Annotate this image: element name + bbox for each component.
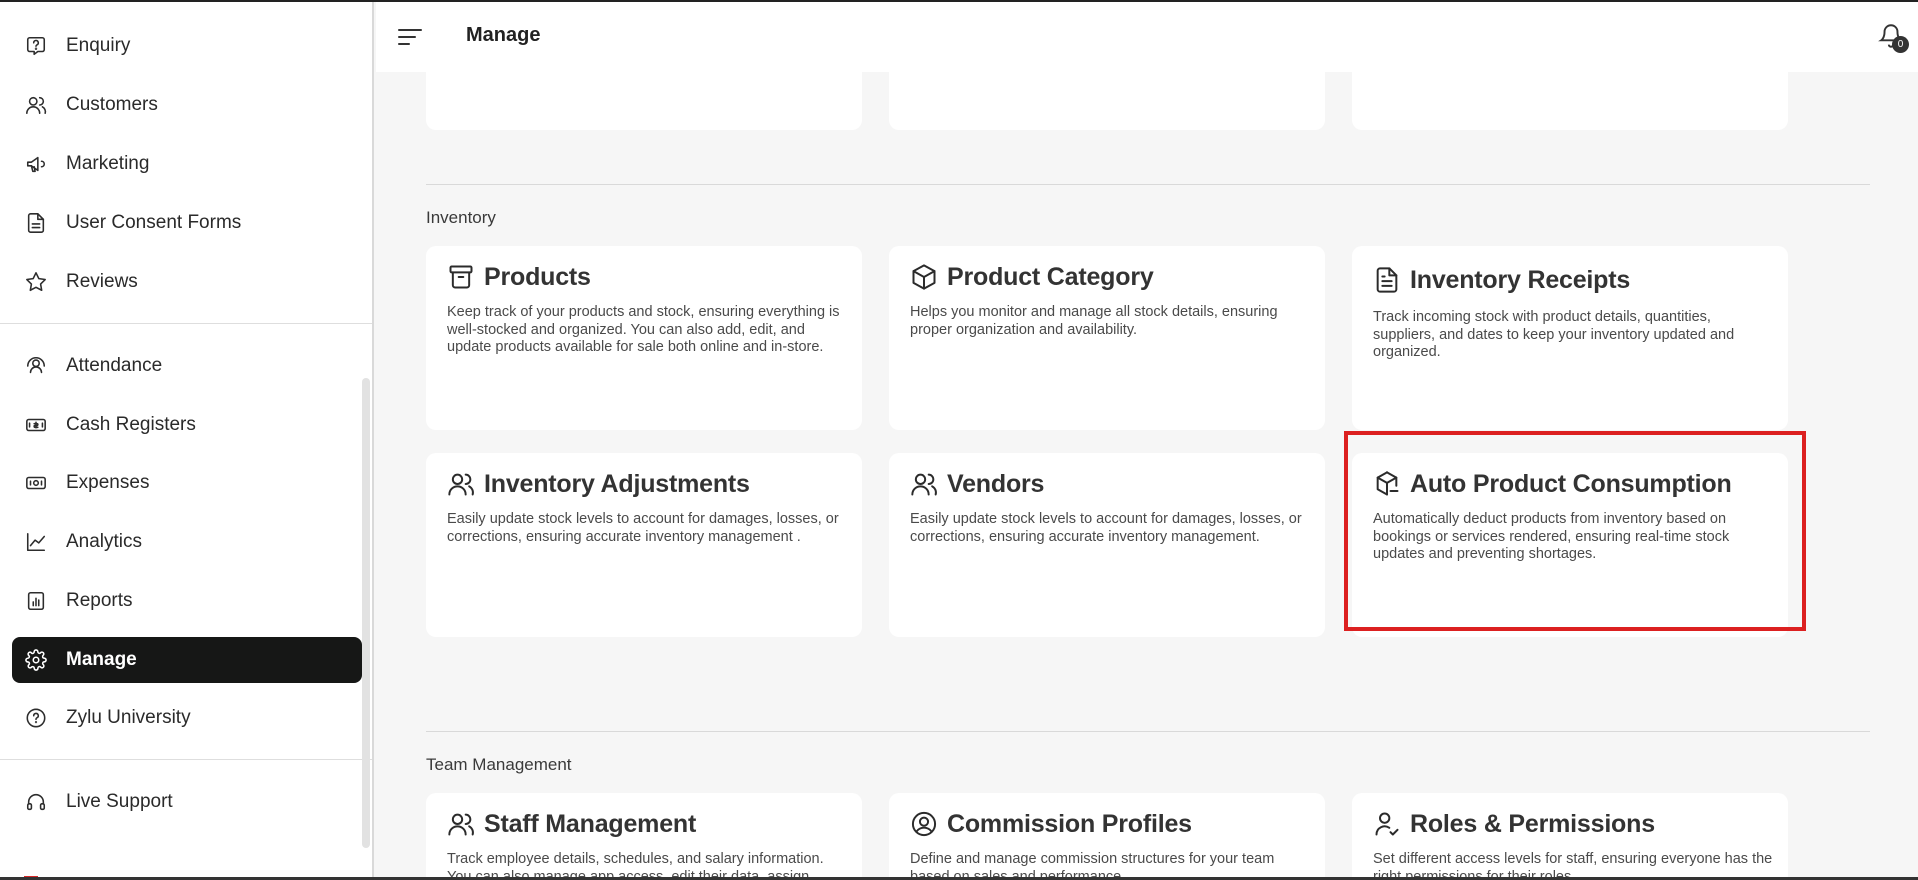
card-title: Auto Product Consumption [1410,469,1732,498]
customers-icon [24,93,48,117]
document-icon [24,211,48,235]
sidebar-item-live-support[interactable]: Live Support [12,779,362,825]
window-top-border [0,0,1918,2]
sidebar-item-label: Enquiry [66,35,131,56]
users-icon [446,469,476,499]
sidebar-item-zylu-university[interactable]: Zylu University [12,695,362,741]
cash-register-icon [24,413,48,437]
sidebar: Enquiry Customers Marketing User Consent… [0,2,374,878]
card-partial[interactable] [1352,62,1788,130]
sidebar-item-reviews[interactable]: Reviews [12,259,362,305]
user-check-icon [1372,809,1402,839]
package-minus-icon [1372,469,1402,499]
menu-line [398,43,410,45]
card-title: Roles & Permissions [1410,809,1655,838]
section-label-team-management: Team Management [426,755,572,774]
sidebar-item-label: Attendance [66,355,163,376]
section-label-inventory: Inventory [426,208,496,227]
megaphone-icon [24,152,48,176]
sidebar-item-expenses[interactable]: Expenses [12,460,362,506]
sidebar-item-customers[interactable]: Customers [12,82,362,128]
sidebar-item-label: Analytics [66,531,143,552]
menu-toggle-button[interactable] [398,24,424,50]
sidebar-divider [0,759,372,760]
sidebar-divider [0,323,372,324]
card-description: Helps you monitor and manage all stock d… [910,304,1278,338]
card-description: Automatically deduct products from inven… [1373,511,1730,562]
analytics-icon [24,530,48,554]
menu-line [398,36,416,38]
cube-icon [909,262,939,292]
enquiry-icon [24,34,48,58]
card-title: Commission Profiles [947,809,1192,838]
sidebar-item-label: Customers [66,94,158,115]
card-description: Track employee details, schedules, and s… [447,851,824,880]
star-icon [24,270,48,294]
headset-icon [24,790,48,814]
sidebar-item-label: Expenses [66,472,150,493]
card-description: Track incoming stock with product detail… [1373,309,1735,360]
sidebar-item-label: User Consent Forms [66,212,242,233]
card-description: Easily update stock levels to account fo… [910,511,1302,545]
sidebar-item-label: Live Support [66,791,173,812]
card-partial[interactable] [426,62,862,130]
user-circle-icon [909,809,939,839]
notifications-button[interactable]: 0 [1878,22,1910,56]
card-roles-permissions[interactable]: Roles & Permissions Set different access… [1352,793,1788,880]
card-description: Keep track of your products and stock, e… [447,304,840,355]
sidebar-item-attendance[interactable]: Attendance [12,343,362,389]
help-icon [24,706,48,730]
card-inventory-adjustments[interactable]: Inventory Adjustments Easily update stoc… [426,453,862,637]
card-title: Staff Management [484,809,697,838]
sidebar-item-label: Marketing [66,153,150,174]
card-description: Set different access levels for staff, e… [1373,851,1773,880]
card-description: Define and manage commission structures … [910,851,1275,880]
card-title: Inventory Adjustments [484,469,750,498]
sidebar-item-analytics[interactable]: Analytics [12,519,362,565]
card-commission-profiles[interactable]: Commission Profiles Define and manage co… [889,793,1325,880]
sidebar-item-label: Manage [66,649,137,670]
sidebar-item-cash-registers[interactable]: Cash Registers [12,402,362,448]
attendance-icon [24,354,48,378]
section-divider [426,184,1870,185]
card-vendors[interactable]: Vendors Easily update stock levels to ac… [889,453,1325,637]
card-auto-product-consumption[interactable]: Auto Product Consumption Automatically d… [1352,453,1788,637]
card-inventory-receipts[interactable]: Inventory Receipts Track incoming stock … [1352,246,1788,430]
card-title: Inventory Receipts [1410,265,1631,294]
sidebar-item-label: Reviews [66,271,138,292]
sidebar-item-marketing[interactable]: Marketing [12,141,362,187]
card-title: Product Category [947,262,1154,291]
expenses-icon [24,471,48,495]
card-product-category[interactable]: Product Category Helps you monitor and m… [889,246,1325,430]
users-icon [909,469,939,499]
card-title: Products [484,262,591,291]
card-partial[interactable] [889,62,1325,130]
card-products[interactable]: Products Keep track of your products and… [426,246,862,430]
sidebar-item-manage[interactable]: Manage [12,637,362,683]
section-divider [426,731,1870,732]
card-description: Easily update stock levels to account fo… [447,511,839,545]
page-title: Manage [466,24,541,46]
sidebar-scrollbar[interactable] [362,378,370,848]
card-title: Vendors [947,469,1045,498]
users-icon [446,809,476,839]
reports-icon [24,589,48,613]
archive-box-icon [446,262,476,292]
sidebar-item-label: Zylu University [66,707,191,728]
notification-count-badge: 0 [1892,36,1909,53]
receipt-icon [1372,262,1402,298]
sidebar-item-enquiry[interactable]: Enquiry [12,23,362,69]
sidebar-item-label: Reports [66,590,133,611]
sidebar-item-reports[interactable]: Reports [12,578,362,624]
sidebar-item-label: Cash Registers [66,414,196,435]
menu-line [398,29,422,31]
gear-icon [24,648,48,672]
sidebar-item-user-consent-forms[interactable]: User Consent Forms [12,200,362,246]
card-staff-management[interactable]: Staff Management Track employee details,… [426,793,862,880]
